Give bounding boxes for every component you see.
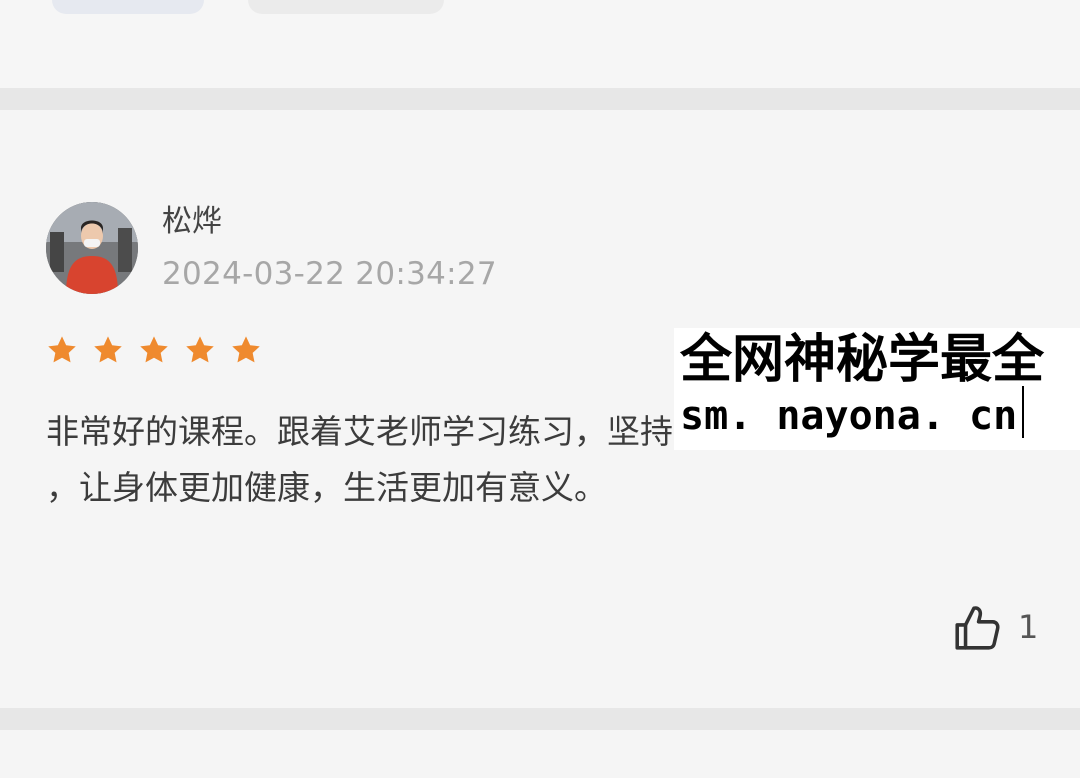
like-button[interactable]: 1 — [952, 602, 1038, 652]
watermark-url: sm. nayona. cn — [680, 393, 1018, 439]
previous-tag-pill[interactable] — [52, 0, 204, 14]
section-divider — [0, 708, 1080, 730]
previous-section — [0, 0, 1080, 88]
watermark-title: 全网神秘学最全 — [680, 330, 1045, 390]
star-icon — [186, 336, 214, 363]
thumbs-up-icon — [955, 606, 1000, 650]
star-icon — [94, 336, 122, 363]
avatar[interactable] — [46, 202, 138, 294]
text-cursor — [1022, 386, 1024, 438]
like-count: 1 — [1018, 608, 1039, 646]
star-icon — [140, 336, 168, 363]
watermark-overlay: 全网神秘学最全 sm. nayona. cn — [674, 328, 1080, 450]
previous-tag-pill[interactable] — [248, 0, 444, 14]
star-rating — [46, 334, 262, 366]
star-icon — [232, 336, 260, 363]
next-section — [0, 730, 1080, 778]
username: 松烨 — [162, 204, 222, 239]
review-timestamp: 2024-03-22 20:34:27 — [162, 256, 497, 292]
star-icon — [48, 336, 76, 363]
section-divider — [0, 88, 1080, 110]
